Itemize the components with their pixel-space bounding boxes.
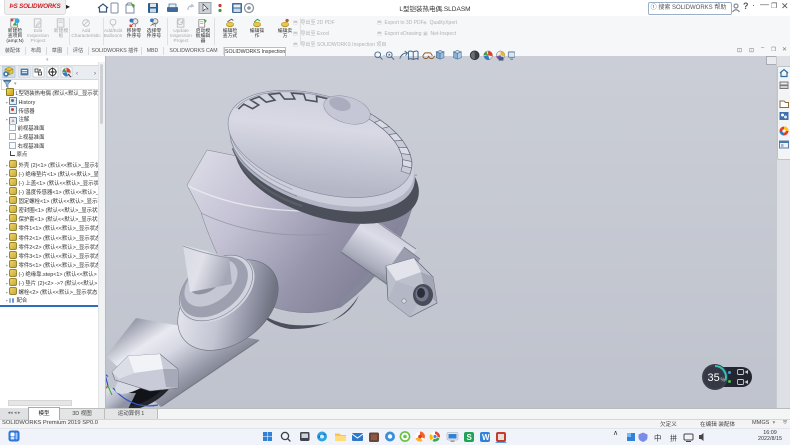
svg-text:W: W: [482, 433, 490, 442]
svg-text:%: %: [721, 378, 726, 384]
svg-text:35: 35: [708, 372, 720, 384]
svg-text:▪: ▪: [383, 53, 385, 57]
svg-text:中: 中: [654, 432, 662, 442]
svg-text:‹: ‹: [76, 71, 78, 77]
svg-text:拼: 拼: [670, 433, 677, 442]
svg-text:›: ›: [94, 71, 96, 77]
svg-text:S: S: [467, 433, 473, 442]
